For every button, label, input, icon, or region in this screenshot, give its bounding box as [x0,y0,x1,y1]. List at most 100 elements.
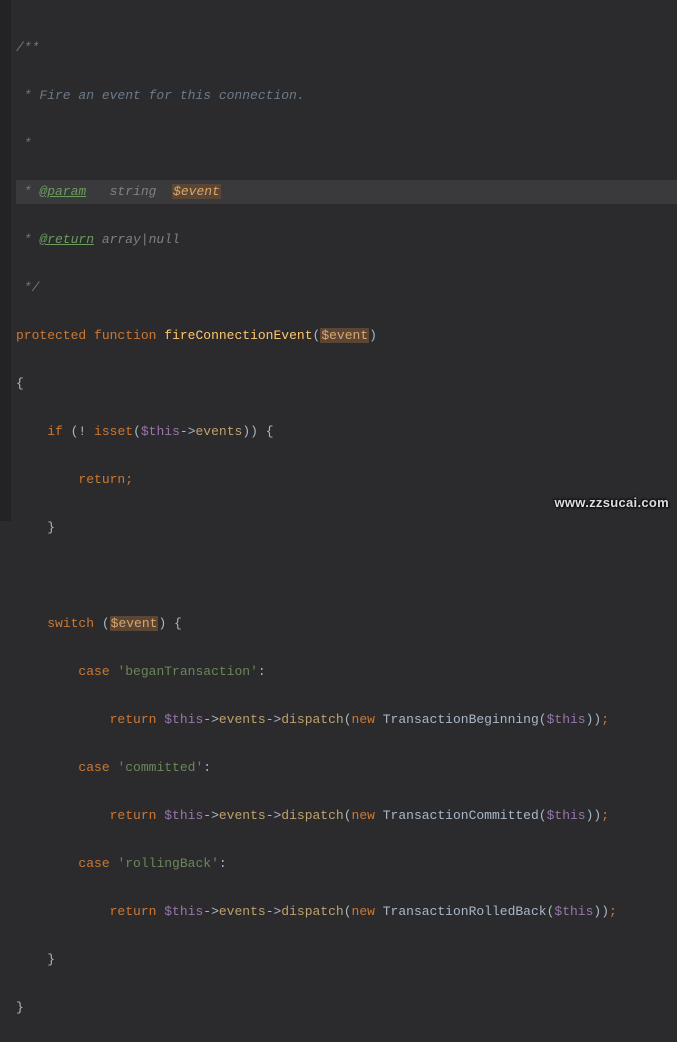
prop-events: events [219,712,266,727]
sp [110,856,118,871]
colon: : [203,760,211,775]
brace-close: } [47,520,55,535]
return-tag: @return [39,232,94,247]
paren: ( [547,904,555,919]
code-editor-area: /** * Fire an event for this connection.… [0,0,677,1042]
code-line: if (! isset($this->events)) { [16,420,677,444]
indent [16,424,47,439]
indent [16,712,110,727]
prop-events: events [196,424,243,439]
param-var-highlighted: $event [172,184,221,199]
string-literal: 'committed' [117,760,203,775]
arrow: -> [266,904,282,919]
paren: ( [133,424,141,439]
code-line: * Fire an event for this connection. [16,84,677,108]
paren: ) [369,328,377,343]
open: (! [63,424,94,439]
keyword-case: case [78,856,109,871]
code-line: * [16,132,677,156]
paren: ( [344,808,352,823]
prop-events: events [219,808,266,823]
var-this: $this [547,712,586,727]
paren: ) [586,712,594,727]
close: ) { [158,616,181,631]
keyword-return: return [78,472,125,487]
keyword-function: function [94,328,156,343]
code-line: } [16,996,677,1020]
open: ( [94,616,110,631]
keyword-return: return [110,808,157,823]
code-line: */ [16,276,677,300]
indent [16,904,110,919]
indent [16,808,110,823]
editor-gutter [0,0,11,521]
string-literal: 'beganTransaction' [117,664,257,679]
var-this: $this [547,808,586,823]
keyword-case: case [78,664,109,679]
var-this: $this [164,712,203,727]
sp [110,664,118,679]
arrow: -> [266,712,282,727]
code-line: { [16,372,677,396]
sp [375,712,383,727]
arrow: -> [203,808,219,823]
docblock-desc: * Fire an event for this connection. [16,88,305,103]
paren: ( [344,712,352,727]
code-line: protected function fireConnectionEvent($… [16,324,677,348]
class-name: TransactionCommitted [383,808,539,823]
keyword-if: if [47,424,63,439]
param-type: string [110,184,157,199]
keyword-switch: switch [47,616,94,631]
code-line: } [16,948,677,972]
sp [156,808,164,823]
semi: ; [601,712,609,727]
brace-close: } [47,952,55,967]
brace-close: } [16,1000,24,1015]
paren: ) [586,808,594,823]
colon: : [219,856,227,871]
class-name: TransactionBeginning [383,712,539,727]
keyword-return: return [110,904,157,919]
semi: ; [601,808,609,823]
code-line: case 'beganTransaction': [16,660,677,684]
keyword-new: new [352,712,375,727]
code-line: case 'committed': [16,756,677,780]
arrow: -> [180,424,196,439]
var-this: $this [164,808,203,823]
code-line-blank [16,564,677,588]
docblock-close: */ [16,280,39,295]
code-line: switch ($event) { [16,612,677,636]
gap [94,232,102,247]
prop-events: events [219,904,266,919]
var-this: $this [554,904,593,919]
keyword-new: new [352,808,375,823]
arrow: -> [203,904,219,919]
docblock-empty: * [16,136,32,151]
semi: ; [609,904,617,919]
code-line: * @return array|null [16,228,677,252]
code-line: return; [16,468,677,492]
sp [375,904,383,919]
rest: )) { [242,424,273,439]
sp [156,904,164,919]
var-this: $this [164,904,203,919]
paren: ( [539,712,547,727]
docblock-star: * [16,232,39,247]
indent [16,520,47,535]
paren: ) [593,712,601,727]
colon: : [258,664,266,679]
indent [16,616,47,631]
code-line: return $this->events->dispatch(new Trans… [16,708,677,732]
param-highlighted: $event [110,616,159,631]
keyword-case: case [78,760,109,775]
code-line-highlighted: * @param string $event [16,180,677,204]
return-type: array|null [102,232,180,247]
indent [16,952,47,967]
sp [156,712,164,727]
arrow: -> [266,808,282,823]
paren: ( [539,808,547,823]
code-line: } [16,516,677,540]
paren: ( [344,904,352,919]
paren: ) [593,904,601,919]
indent [16,856,78,871]
